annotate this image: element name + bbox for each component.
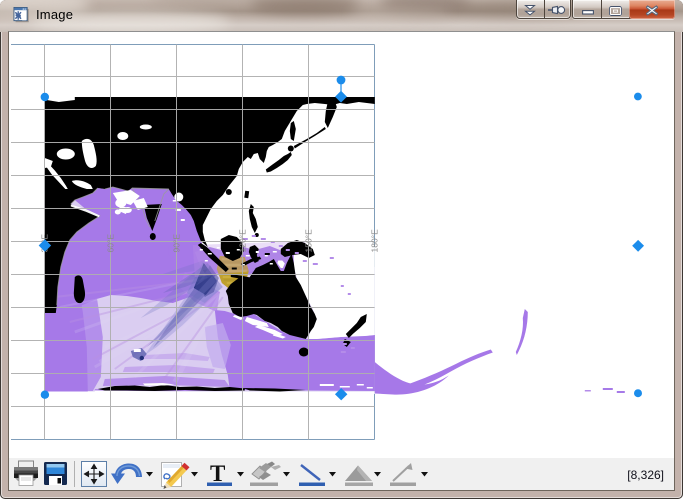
svg-text:60°E: 60°E xyxy=(106,234,116,253)
svg-text:T: T xyxy=(210,461,225,486)
svg-text:90°E: 90°E xyxy=(172,234,182,253)
svg-text:150°E: 150°E xyxy=(304,229,314,253)
svg-text:180°E: 180°E xyxy=(370,229,380,253)
svg-text:120°E: 120°E xyxy=(238,229,248,253)
